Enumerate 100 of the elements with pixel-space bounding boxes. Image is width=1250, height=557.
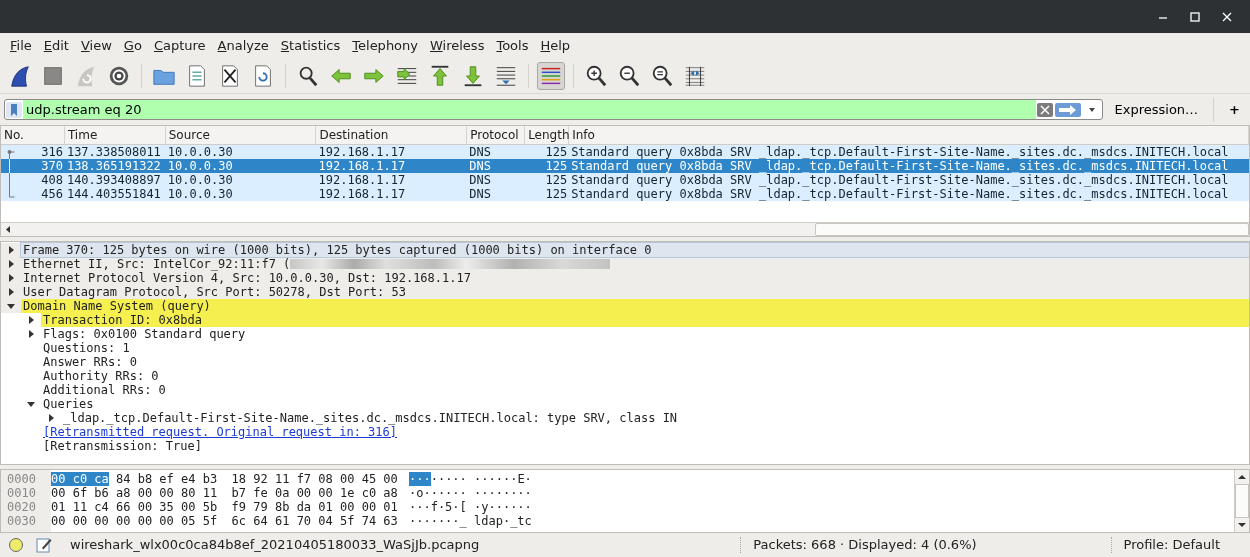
table-cell-text: 192.168.1.17: [317, 187, 407, 201]
table-cell-text: 192.168.1.17: [317, 173, 407, 187]
packet-row[interactable]: 408 140.393408897 10.0.0.30 192.168.1.17 DNS 125 Standard query 0x8bda SRV _ldap._tcp.Default-First-Site-Name._sites.dc._msdcs.INITECH.local: [1, 173, 1249, 187]
offset-label: 0020: [7, 500, 37, 514]
table-cell-text: 125: [544, 173, 569, 187]
menu-item[interactable]: Telephony: [346, 36, 424, 55]
table-cell-text: 125: [544, 187, 569, 201]
packet-row[interactable]: 456 144.403551841 10.0.0.30 192.168.1.17 DNS 125 Standard query 0x8bda SRV _ldap._tcp.Default-First-Site-Name._sites.dc._msdcs.INITECH.local: [1, 187, 1249, 201]
column-header[interactable]: Destination: [316, 126, 468, 144]
table-cell-text: 10.0.0.30: [166, 173, 234, 187]
menu-item[interactable]: View: [74, 36, 118, 55]
tree-item[interactable]: Queries: [41, 397, 1249, 411]
table-cell-text: Standard query 0x8bda SRV _ldap._tcp.Default-First-Site-Name._sites.dc._msdcs.INITECH.local: [570, 145, 1230, 159]
ascii-text[interactable]: ····· ······E·: [430, 472, 532, 486]
add-filter-button[interactable]: +: [1223, 99, 1246, 120]
tree-item[interactable]: Authority RRs: 0: [41, 369, 1249, 383]
menu-item[interactable]: Tools: [490, 36, 535, 55]
scroll-left-arrow-icon[interactable]: [6, 226, 10, 233]
column-header[interactable]: Info: [569, 126, 1249, 144]
menu-item[interactable]: Analyze: [211, 36, 275, 55]
status-indicator-icon[interactable]: [8, 537, 24, 553]
link[interactable]: [Retransmitted request. Original request in: 316]: [41, 425, 397, 439]
expand-arrow-icon[interactable]: [6, 259, 16, 269]
table-cell-text: 125: [544, 145, 569, 159]
table-cell: 456: [41, 187, 63, 201]
menu-item[interactable]: Statistics: [274, 36, 347, 55]
column-header[interactable]: No.: [1, 126, 65, 144]
scroll-down-arrow-icon[interactable]: [1238, 523, 1246, 527]
expand-arrow-icon[interactable]: [46, 413, 56, 423]
table-cell-text: 10.0.0.30: [166, 159, 234, 173]
offset-label: 0010: [7, 486, 37, 500]
packet-row[interactable]: 370 138.365191322 10.0.0.30 192.168.1.17 DNS 125 Standard query 0x8bda SRV _ldap._tcp.Default-First-Site-Name._sites.dc._msdcs.INITECH.local: [1, 159, 1249, 173]
table-cell-text: 10.0.0.30: [166, 187, 234, 201]
expand-arrow-icon[interactable]: [6, 287, 16, 297]
hex-bytes[interactable]: 00 00 00 00 00 00 05 5f 6c 64 61 70 04 5f 74 63: [51, 514, 398, 528]
tree-item[interactable]: Flags: 0x0100 Standard query: [41, 327, 1249, 341]
table-cell-text: DNS: [468, 187, 492, 201]
table-cell: 316: [41, 145, 63, 159]
tree-item[interactable]: Answer RRs: 0: [41, 355, 1249, 369]
table-cell-text: 192.168.1.17: [317, 159, 407, 173]
expand-arrow-icon[interactable]: [26, 329, 36, 339]
table-cell: 370: [41, 159, 63, 173]
expand-arrow-icon[interactable]: [6, 245, 16, 255]
maximize-icon[interactable]: [1190, 11, 1200, 22]
hex-bytes[interactable]: 01 11 c4 66 00 35 00 5b f9 79 8b da 01 00 00 01: [51, 500, 398, 514]
offset-label: 0030: [7, 514, 37, 528]
hex-bytes[interactable]: 00 c0 ca: [51, 472, 109, 486]
table-cell-text: DNS: [468, 159, 492, 173]
tree-item[interactable]: _ldap._tcp.Default-First-Site-Name._sites.dc._msdcs.INITECH.local: type SRV, class IN: [61, 411, 1249, 425]
tree-item[interactable]: Domain Name System (query): [21, 299, 1249, 313]
table-cell-text: Standard query 0x8bda SRV _ldap._tcp.Default-First-Site-Name._sites.dc._msdcs.INITECH.local: [570, 187, 1230, 201]
close-icon[interactable]: [1222, 11, 1232, 22]
column-header[interactable]: Source: [165, 126, 317, 144]
table-cell-text: 192.168.1.17: [317, 145, 407, 159]
ascii-text[interactable]: ·o······ ········: [409, 486, 532, 500]
colorize-toggle-button[interactable]: [537, 61, 565, 90]
menu-item[interactable]: Capture: [147, 36, 212, 55]
vertical-scrollbar[interactable]: [1234, 470, 1249, 532]
table-cell-text: 125: [544, 159, 569, 173]
collapse-arrow-icon[interactable]: [26, 399, 36, 409]
table-cell: 408: [41, 173, 63, 187]
menu-item[interactable]: File: [4, 36, 38, 55]
menu-item[interactable]: Wireless: [424, 36, 491, 55]
hex-bytes[interactable]: 00 6f b6 a8 00 00 80 11 b7 fe 0a 00 00 1e c0 a8: [51, 486, 398, 500]
tree-item[interactable]: Transaction ID: 0x8bda: [41, 313, 1249, 327]
tree-item[interactable]: Frame 370: 125 bytes on wire (1000 bits), 125 bytes captured (1000 bits) on interface 0: [21, 243, 1249, 257]
menu-item[interactable]: Go: [117, 36, 148, 55]
horizontal-scrollbar[interactable]: [1, 222, 1249, 236]
table-cell-text: 144.403551841: [65, 187, 162, 201]
ascii-text[interactable]: ·······_ ldap·_tc: [409, 514, 532, 528]
table-cell-text: Standard query 0x8bda SRV _ldap._tcp.Default-First-Site-Name._sites.dc._msdcs.INITECH.local: [570, 159, 1230, 173]
column-header[interactable]: Time: [64, 126, 166, 144]
file-name: wireshark_wlx00c0ca84b8ef_20210405180033_WaSjJb.pcapng: [70, 536, 480, 555]
edit-comment-icon[interactable]: [36, 537, 52, 553]
ascii-text[interactable]: ···f·5·[ ·y······: [409, 500, 532, 514]
table-cell-text: DNS: [468, 173, 492, 187]
menu-item[interactable]: Help: [534, 36, 577, 55]
table-cell-text: DNS: [468, 145, 492, 159]
expand-arrow-icon[interactable]: [26, 315, 36, 325]
tree-item[interactable]: Questions: 1: [41, 341, 1249, 355]
tree-item[interactable]: Additional RRs: 0: [41, 383, 1249, 397]
column-header[interactable]: Protocol: [467, 126, 526, 144]
collapse-arrow-icon[interactable]: [6, 301, 16, 311]
packet-count: Packets: 668 · Displayed: 4 (0.6%): [753, 536, 977, 555]
table-cell-text: 138.365191322: [65, 159, 162, 173]
menu-item[interactable]: Edit: [37, 36, 75, 55]
offset-label: 0000: [7, 472, 37, 486]
table-cell-text: 137.338508011: [65, 145, 162, 159]
expression-button[interactable]: Expression…: [1108, 99, 1205, 120]
table-cell-text: 140.393408897: [65, 173, 162, 187]
packet-row[interactable]: 316 137.338508011 10.0.0.30 192.168.1.17 DNS 125 Standard query 0x8bda SRV _ldap._tcp.Default-First-Site-Name._sites.dc._msdcs.INITECH.local: [1, 145, 1249, 159]
table-cell-text: 10.0.0.30: [166, 145, 234, 159]
ascii-text[interactable]: ···: [409, 472, 431, 486]
scroll-up-arrow-icon[interactable]: [1238, 475, 1246, 479]
hex-bytes[interactable]: 84 b8 ef e4 b3 18 92 11 f7 08 00 45 00: [108, 472, 398, 486]
table-cell-text: Standard query 0x8bda SRV _ldap._tcp.Default-First-Site-Name._sites.dc._msdcs.INITECH.local: [570, 173, 1230, 187]
profile-label[interactable]: Profile: Default: [1123, 535, 1220, 555]
column-header[interactable]: Length: [525, 126, 570, 144]
expand-arrow-icon[interactable]: [6, 273, 16, 283]
tree-item[interactable]: [Retransmission: True]: [41, 439, 1249, 453]
